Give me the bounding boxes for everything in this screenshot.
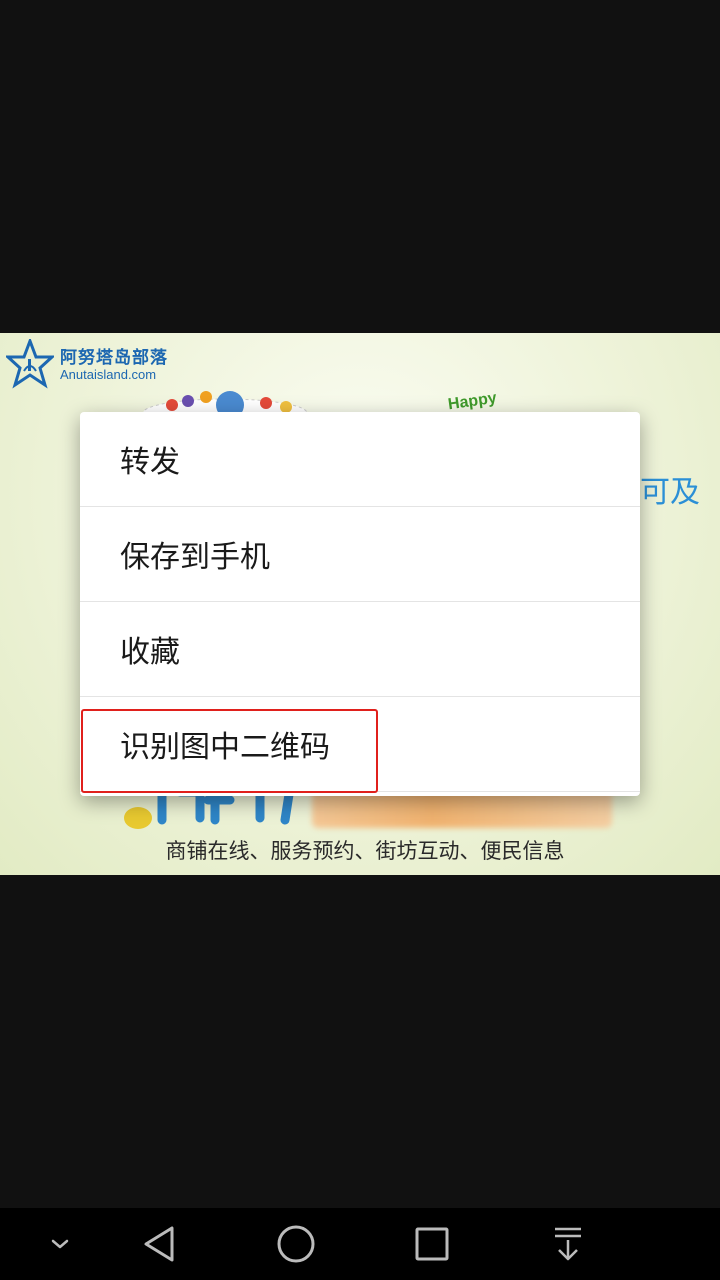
- menu-item-scan-qr-code[interactable]: 识别图中二维码: [80, 697, 640, 792]
- home-icon: [277, 1225, 315, 1263]
- menu-item-label: 保存到手机: [120, 540, 270, 575]
- nav-back-button[interactable]: [120, 1208, 200, 1280]
- starfish-logo-icon: [6, 339, 54, 389]
- menu-item-label: 收藏: [120, 635, 180, 670]
- menu-item-save-to-phone[interactable]: 保存到手机: [80, 507, 640, 602]
- logo-name: 阿努塔岛部落: [60, 348, 168, 369]
- nav-pull-down-button[interactable]: [528, 1208, 608, 1280]
- chevron-down-icon: [51, 1239, 69, 1249]
- menu-item-favorite[interactable]: 收藏: [80, 602, 640, 697]
- logo-url: Anutaisland.com: [60, 367, 157, 383]
- nav-home-button[interactable]: [256, 1208, 336, 1280]
- system-nav-bar: [0, 1208, 720, 1280]
- partial-text: 可及: [640, 475, 700, 510]
- promo-logo: 阿努塔岛部落 Anutaisland.com: [6, 339, 168, 393]
- promo-tagline: 商铺在线、服务预约、街坊互动、便民信息: [165, 839, 565, 863]
- menu-item-label: 转发: [120, 445, 180, 480]
- nav-hide-button[interactable]: [20, 1208, 100, 1280]
- happy-text: Happy: [446, 389, 498, 414]
- recents-icon: [415, 1227, 449, 1261]
- image-context-menu: 转发 保存到手机 收藏 识别图中二维码: [80, 412, 640, 796]
- back-icon: [144, 1226, 174, 1262]
- menu-item-forward[interactable]: 转发: [80, 412, 640, 507]
- menu-item-label: 识别图中二维码: [120, 730, 330, 765]
- nav-recents-button[interactable]: [392, 1208, 472, 1280]
- pull-down-icon: [555, 1227, 581, 1261]
